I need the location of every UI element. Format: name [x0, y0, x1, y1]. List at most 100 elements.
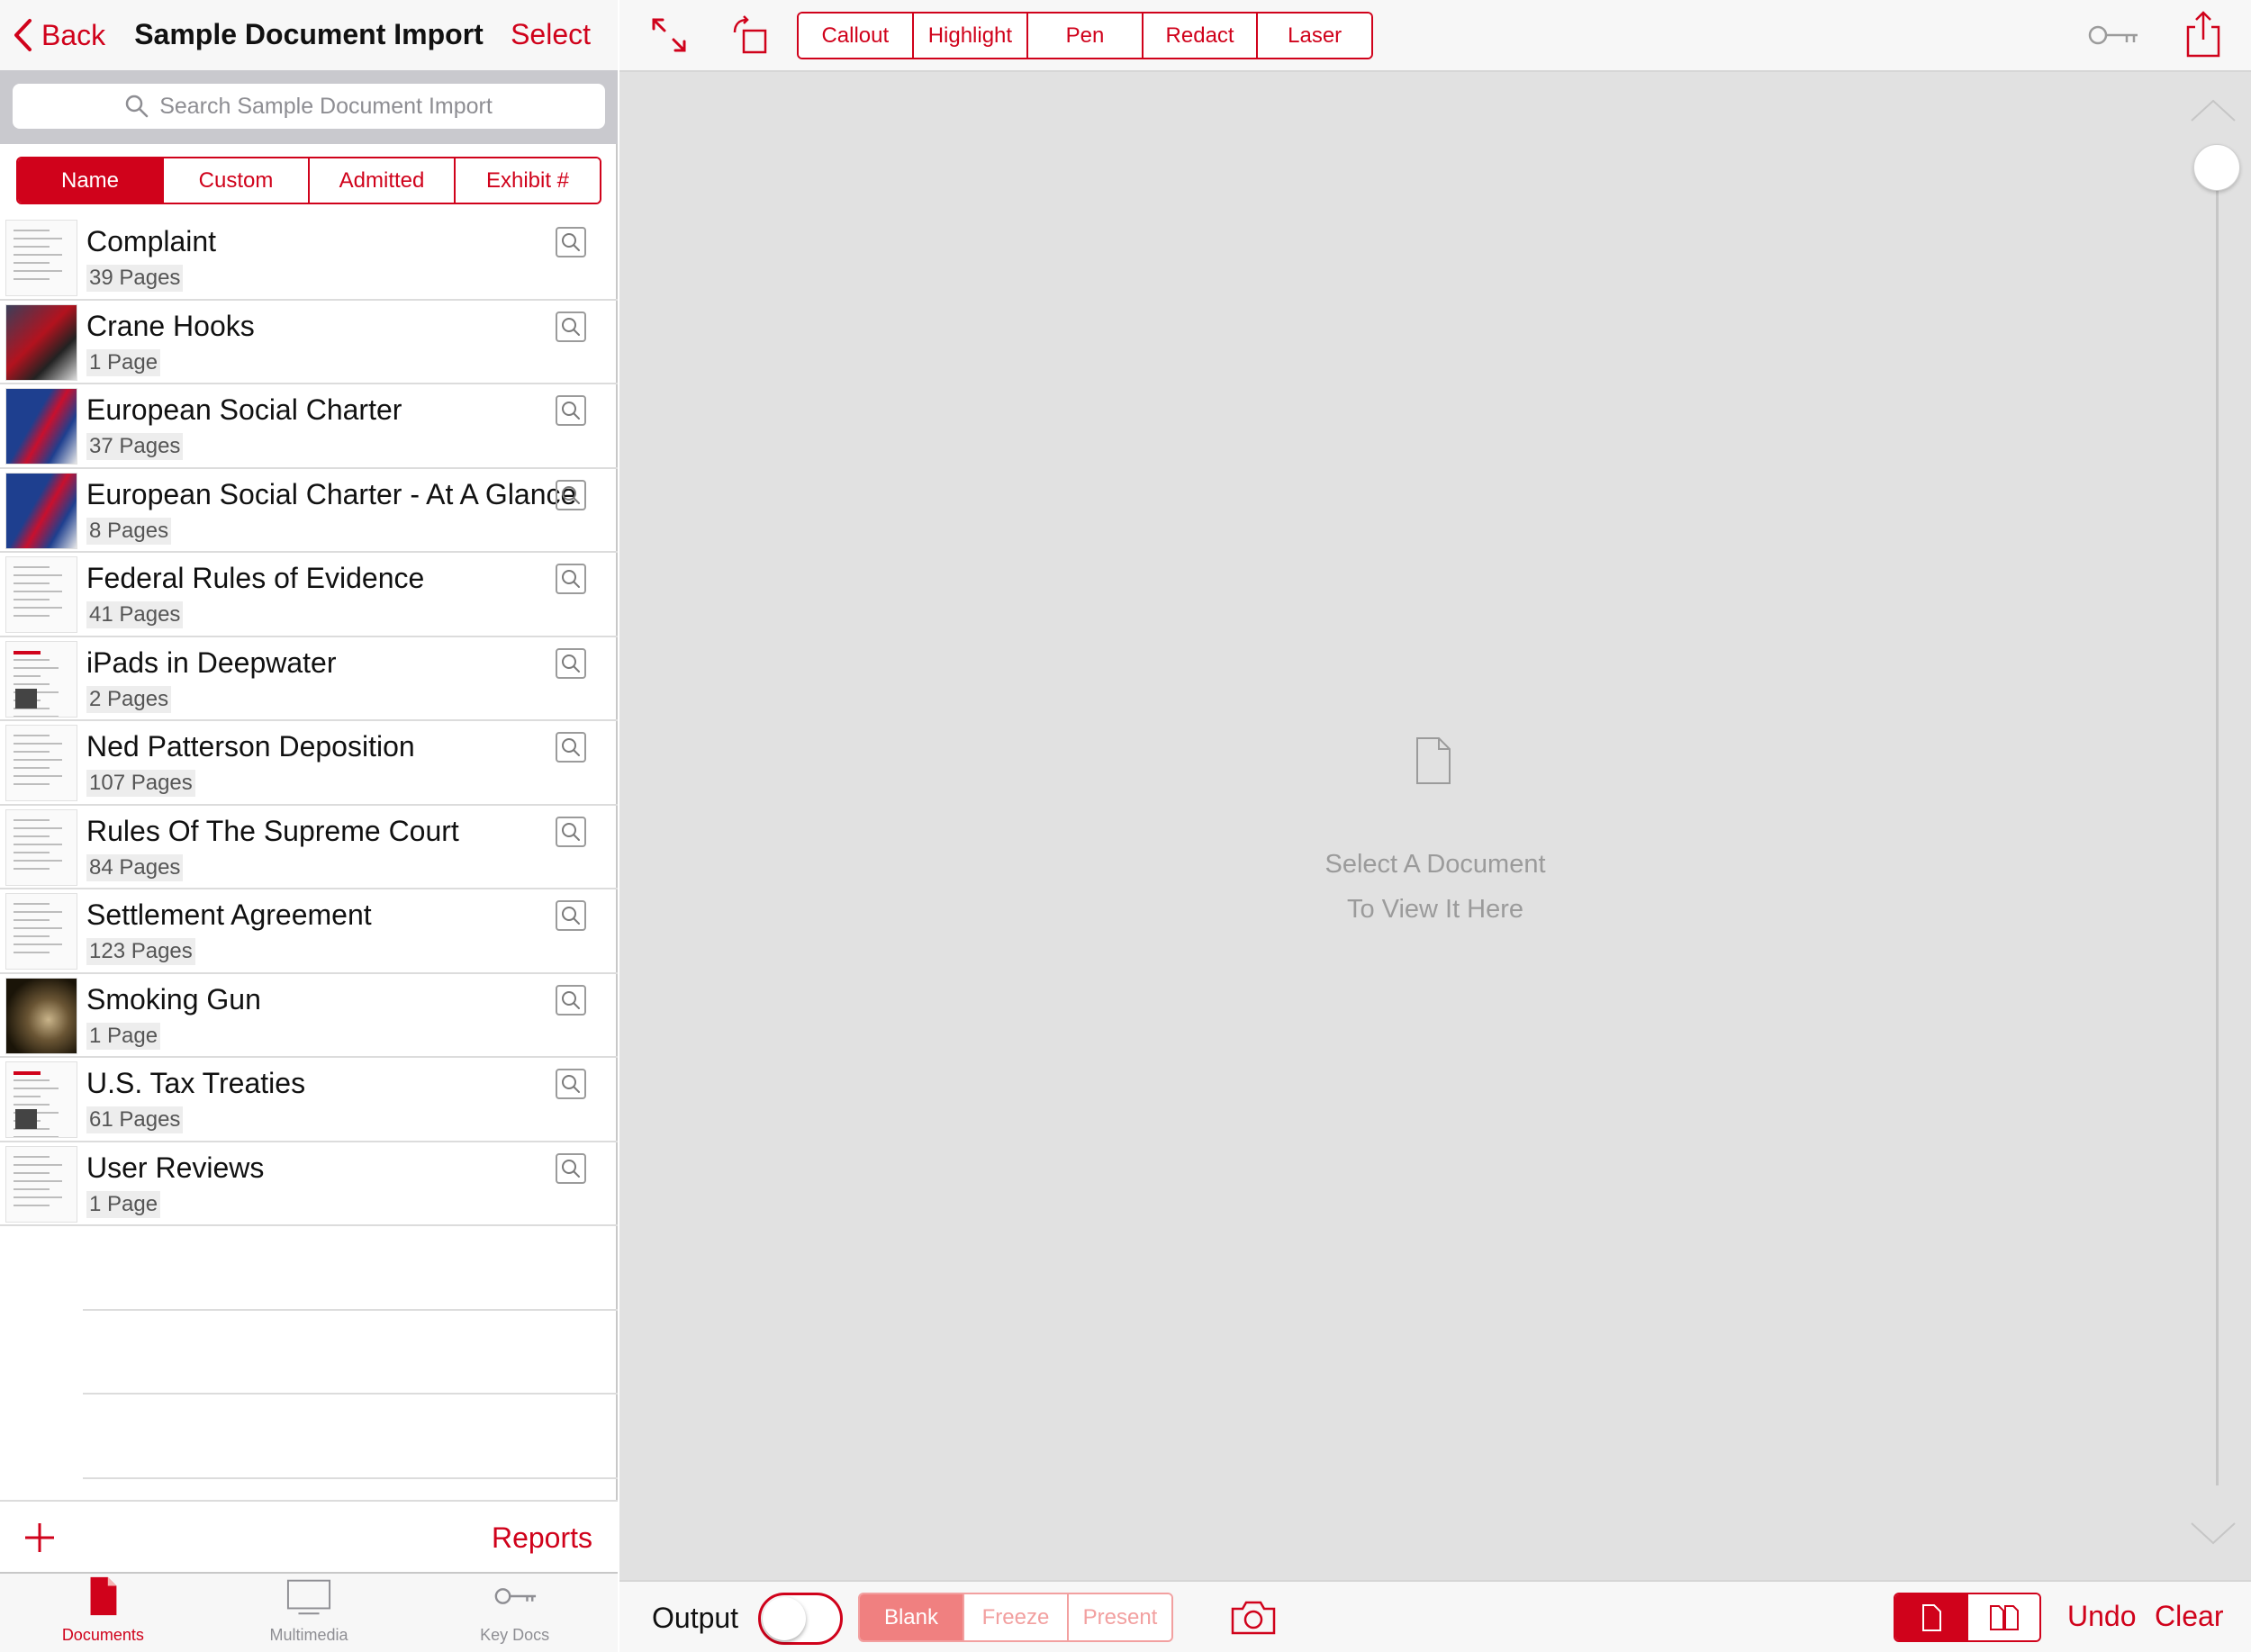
search-icon: [125, 95, 149, 118]
document-viewer: Select A Document To View It Here: [619, 72, 2251, 1580]
document-name: Federal Rules of Evidence: [86, 562, 425, 594]
rotate-icon[interactable]: [731, 14, 769, 54]
preview-button[interactable]: [556, 311, 586, 342]
tab-label: Key Docs: [480, 1626, 550, 1644]
document-name: European Social Charter: [86, 393, 402, 426]
preview-button[interactable]: [556, 900, 586, 931]
key-icon: [494, 1588, 536, 1604]
magnifier-icon: [562, 654, 580, 673]
document-row[interactable]: Settlement Agreement 123 Pages: [0, 889, 618, 974]
chevron-up-icon[interactable]: [2190, 99, 2237, 122]
magnifier-icon: [562, 570, 580, 588]
document-thumbnail: [5, 893, 77, 970]
output-toggle[interactable]: [758, 1593, 843, 1645]
document-name: U.S. Tax Treaties: [86, 1067, 306, 1099]
empty-list-row: [83, 1311, 618, 1395]
document-row[interactable]: Rules Of The Supreme Court 84 Pages: [0, 806, 618, 889]
preview-button[interactable]: [556, 647, 586, 679]
annotation-toolbar: Callout Highlight Pen Redact Laser: [619, 0, 2251, 72]
preview-button[interactable]: [556, 479, 586, 510]
document-row[interactable]: Smoking Gun 1 Page: [0, 974, 618, 1058]
document-sidebar: Back Sample Document Import Select Searc…: [0, 0, 618, 1652]
select-button[interactable]: Select: [511, 18, 591, 51]
mode-freeze[interactable]: Freeze: [963, 1594, 1067, 1640]
document-row[interactable]: Crane Hooks 1 Page: [0, 301, 618, 384]
document-page-count: 123 Pages: [86, 938, 195, 965]
tool-laser[interactable]: Laser: [1256, 14, 1371, 58]
sort-option-admitted[interactable]: Admitted: [308, 158, 454, 203]
preview-button[interactable]: [556, 732, 586, 763]
document-thumbnail: [5, 472, 77, 549]
tab-key-docs[interactable]: Key Docs: [411, 1574, 618, 1652]
sidebar-footer: Reports: [0, 1500, 618, 1572]
sort-option-exhibit[interactable]: Exhibit #: [454, 158, 600, 203]
two-page-icon: [1989, 1604, 2019, 1630]
document-row[interactable]: European Social Charter - At A Glance 8 P…: [0, 469, 618, 553]
expand-icon[interactable]: [650, 16, 688, 54]
sort-option-name[interactable]: Name: [18, 158, 162, 203]
magnifier-icon: [562, 1075, 580, 1093]
tab-multimedia[interactable]: Multimedia: [206, 1574, 412, 1652]
preview-button[interactable]: [556, 1152, 586, 1184]
document-name: Settlement Agreement: [86, 898, 372, 931]
tab-bar: Documents Multimedia Key Docs: [0, 1572, 618, 1652]
sort-option-custom[interactable]: Custom: [162, 158, 308, 203]
preview-button[interactable]: [556, 227, 586, 257]
document-page-count: 107 Pages: [86, 770, 195, 797]
preview-button[interactable]: [556, 395, 586, 426]
reports-button[interactable]: Reports: [492, 1521, 592, 1555]
document-row[interactable]: Ned Patterson Deposition 107 Pages: [0, 721, 618, 806]
placeholder-line-1: Select A Document: [1324, 850, 1546, 879]
clear-button[interactable]: Clear: [2155, 1600, 2223, 1633]
blank-document-icon: [1416, 737, 1451, 784]
mode-blank[interactable]: Blank: [860, 1594, 963, 1640]
search-bar: Search Sample Document Import: [0, 70, 618, 144]
page-scrubber-thumb[interactable]: [2193, 144, 2240, 191]
document-thumbnail: [5, 556, 77, 633]
key-icon[interactable]: [2087, 20, 2139, 50]
tab-label: Documents: [61, 1626, 144, 1644]
two-page-button[interactable]: [1966, 1594, 2039, 1640]
document-thumbnail: [5, 1061, 77, 1138]
camera-icon[interactable]: [1230, 1598, 1277, 1636]
search-input[interactable]: Search Sample Document Import: [13, 84, 605, 129]
sidebar-header: Back Sample Document Import Select: [0, 0, 618, 70]
document-thumbnail: [5, 725, 77, 801]
tool-pen[interactable]: Pen: [1026, 14, 1142, 58]
tool-callout[interactable]: Callout: [799, 14, 912, 58]
page-scrubber-track[interactable]: [2216, 180, 2219, 1485]
tool-redact[interactable]: Redact: [1141, 14, 1257, 58]
document-row[interactable]: Federal Rules of Evidence 41 Pages: [0, 553, 618, 637]
document-page-count: 84 Pages: [86, 853, 184, 881]
document-row[interactable]: European Social Charter 37 Pages: [0, 384, 618, 469]
monitor-icon: [286, 1579, 331, 1615]
add-icon[interactable]: [20, 1518, 59, 1557]
output-mode-control: Blank Freeze Present: [858, 1593, 1173, 1642]
tool-highlight[interactable]: Highlight: [911, 14, 1027, 58]
preview-button[interactable]: [556, 816, 586, 847]
preview-button[interactable]: [556, 1069, 586, 1099]
toggle-knob: [763, 1597, 806, 1640]
document-page-count: 61 Pages: [86, 1106, 184, 1133]
share-icon[interactable]: [2184, 9, 2222, 58]
magnifier-icon: [562, 738, 580, 756]
document-name: User Reviews: [86, 1151, 265, 1184]
undo-button[interactable]: Undo: [2067, 1600, 2137, 1633]
document-row[interactable]: U.S. Tax Treaties 61 Pages: [0, 1058, 618, 1142]
placeholder-line-2: To View It Here: [1346, 895, 1524, 924]
preview-button[interactable]: [556, 984, 586, 1016]
document-page-count: 41 Pages: [86, 601, 184, 628]
single-page-button[interactable]: [1895, 1594, 1966, 1640]
preview-button[interactable]: [556, 564, 586, 594]
mode-present[interactable]: Present: [1067, 1594, 1171, 1640]
document-thumbnail: [5, 388, 77, 465]
document-row[interactable]: User Reviews 1 Page: [0, 1142, 618, 1226]
document-page-count: 8 Pages: [86, 517, 172, 545]
document-row[interactable]: Complaint 39 Pages: [0, 216, 618, 301]
tab-documents[interactable]: Documents: [0, 1574, 206, 1652]
empty-viewer-message: Select A Document To View It Here: [619, 842, 2251, 932]
chevron-down-icon[interactable]: [2190, 1521, 2237, 1545]
magnifier-icon: [562, 990, 580, 1009]
document-row[interactable]: iPads in Deepwater 2 Pages: [0, 637, 618, 721]
document-name: iPads in Deepwater: [86, 645, 337, 679]
